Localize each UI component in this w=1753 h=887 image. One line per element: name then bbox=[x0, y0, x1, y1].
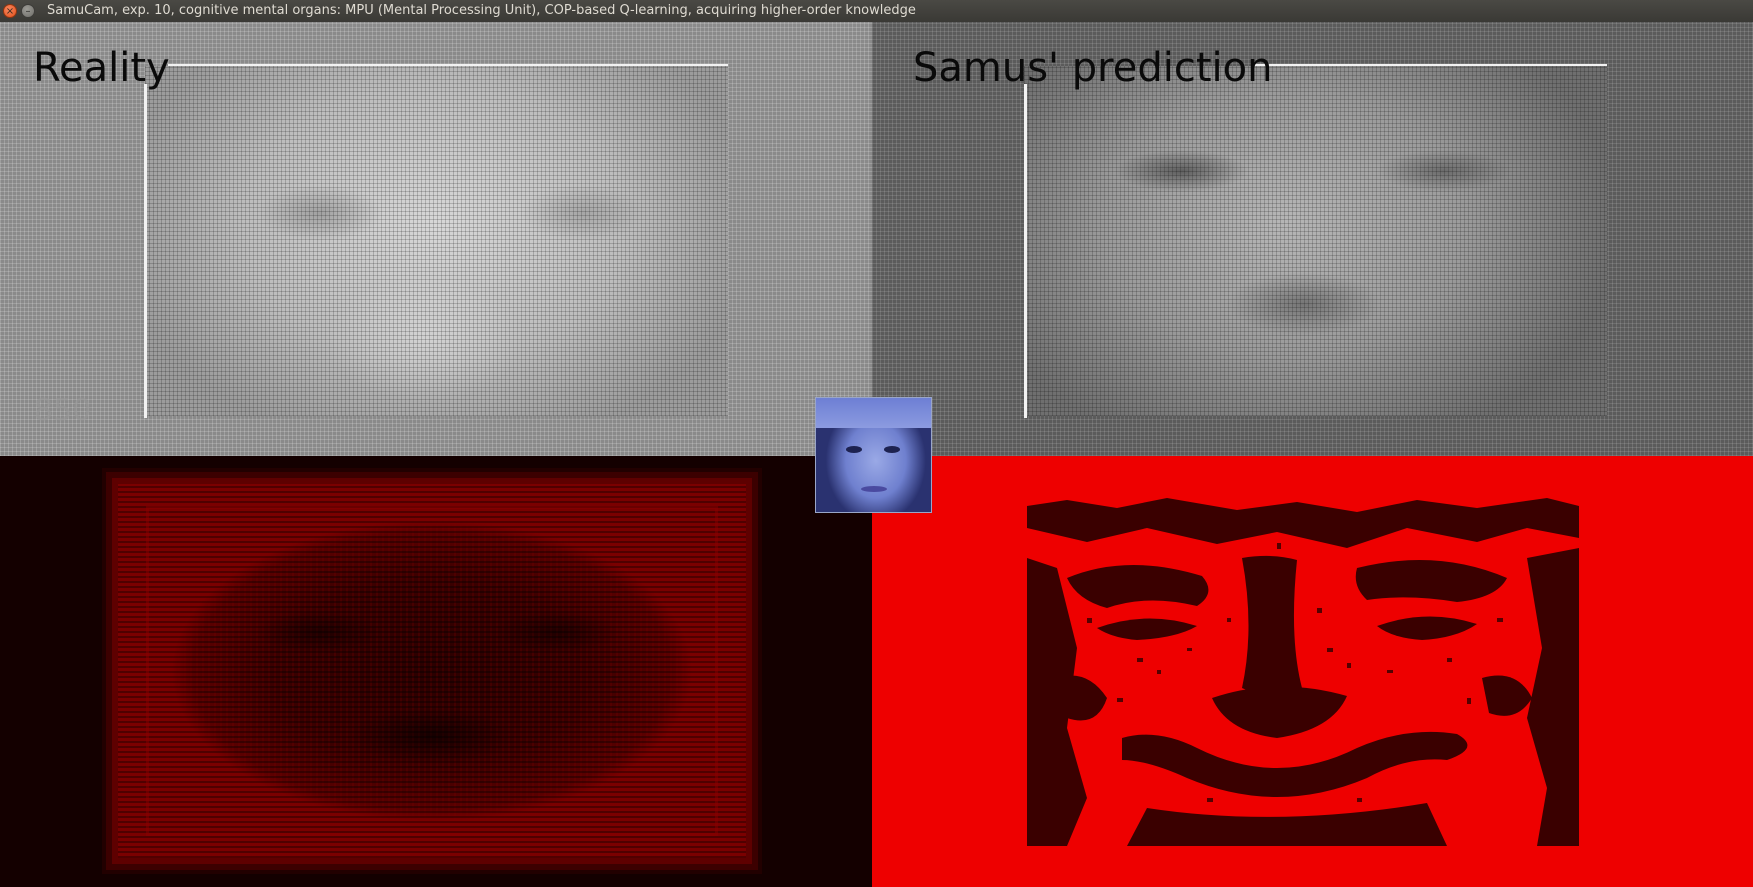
window-title: SamuCam, exp. 10, cognitive mental organ… bbox=[47, 3, 916, 18]
reality-y-axis bbox=[144, 84, 147, 418]
prediction-y-axis bbox=[1024, 84, 1027, 418]
samucam-window: × – SamuCam, exp. 10, cognitive mental o… bbox=[0, 0, 1753, 887]
close-icon[interactable]: × bbox=[3, 4, 17, 18]
reality-image bbox=[145, 66, 728, 416]
webcam-thumbnail bbox=[815, 397, 932, 513]
title-bar[interactable]: × – SamuCam, exp. 10, cognitive mental o… bbox=[0, 0, 1753, 22]
prediction-label: Samus' prediction bbox=[913, 45, 1273, 91]
error-map-image bbox=[118, 484, 746, 858]
q-map-panel bbox=[872, 456, 1753, 887]
frame-counter: 850 bbox=[34, 393, 92, 428]
reality-panel: Reality 850 bbox=[0, 22, 872, 456]
reality-label: Reality bbox=[33, 45, 170, 91]
reality-x-axis bbox=[168, 64, 728, 66]
prediction-panel: Samus' prediction bbox=[872, 22, 1753, 456]
minimize-icon[interactable]: – bbox=[21, 4, 35, 18]
error-map-panel bbox=[0, 456, 872, 887]
q-map-image bbox=[1027, 498, 1579, 846]
prediction-x-axis bbox=[1252, 64, 1607, 66]
prediction-image bbox=[1024, 66, 1607, 416]
